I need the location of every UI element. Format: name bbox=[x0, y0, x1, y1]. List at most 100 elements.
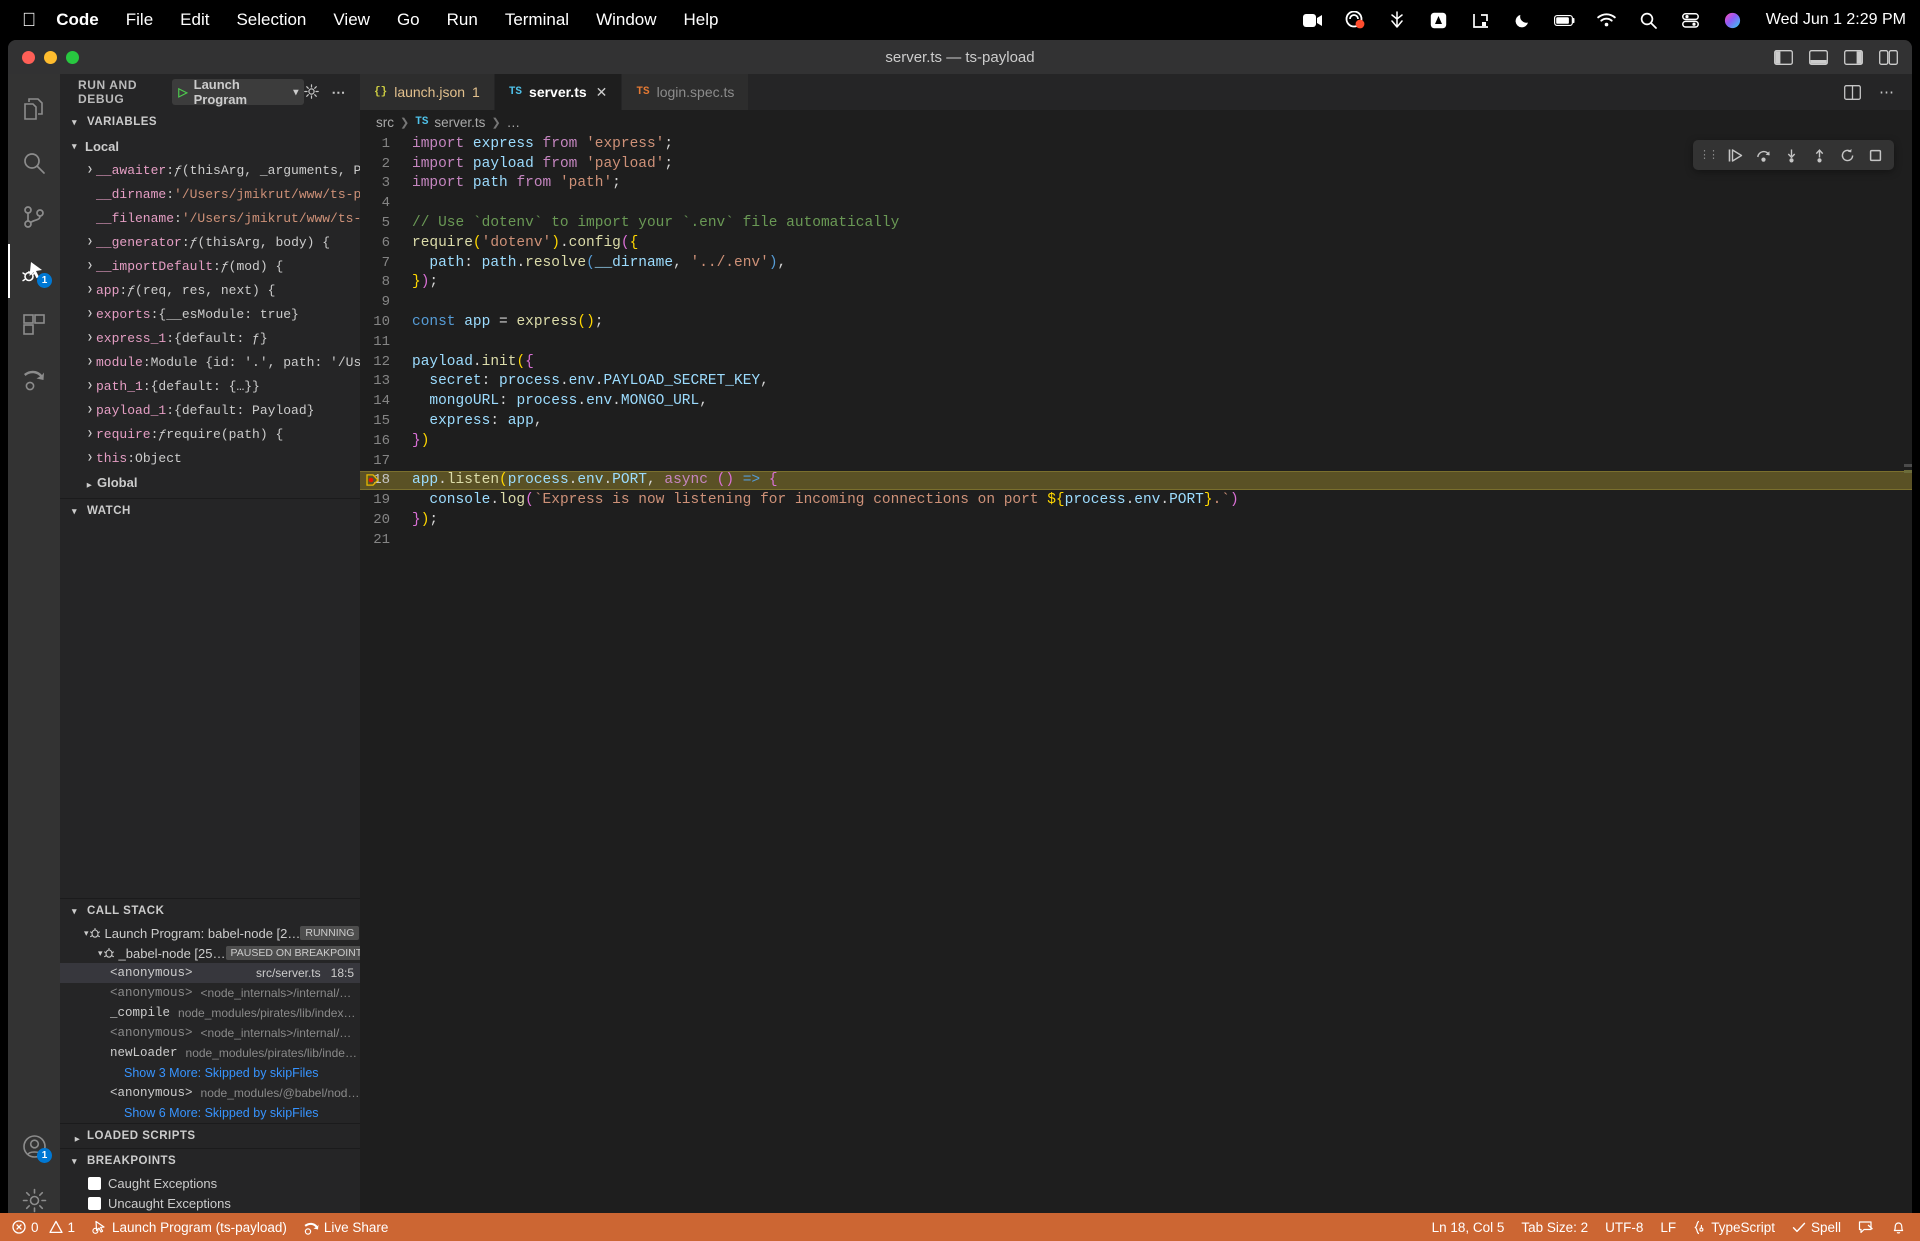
breadcrumb-item-file[interactable]: server.ts bbox=[434, 115, 485, 130]
step-out-button[interactable] bbox=[1806, 143, 1832, 167]
variable-row[interactable]: ❯ this: Object bbox=[60, 446, 360, 470]
gear-icon[interactable] bbox=[304, 83, 320, 101]
variables-section-header[interactable]: ▾ VARIABLES bbox=[60, 110, 360, 134]
code-line[interactable]: 1 import express from 'express'; bbox=[360, 134, 1912, 154]
call-stack-frame[interactable]: _compile node_modules/pirates/lib/index… bbox=[60, 1003, 360, 1023]
chevron-right-icon[interactable]: ❯ bbox=[84, 429, 96, 439]
status-spell-checker[interactable]: Spell bbox=[1792, 1220, 1841, 1235]
breakpoint-uncaught-exceptions[interactable]: Uncaught Exceptions bbox=[60, 1193, 360, 1213]
more-actions-icon[interactable]: ⋯ bbox=[1879, 83, 1894, 101]
show-more-skipped-1[interactable]: Show 3 More: Skipped by skipFiles bbox=[60, 1063, 360, 1083]
panel-right-icon[interactable] bbox=[1844, 49, 1863, 65]
step-into-button[interactable] bbox=[1778, 143, 1804, 167]
variable-row[interactable]: ❯__awaiter: ƒ (thisArg, _arguments, P, g… bbox=[60, 158, 360, 182]
variable-row[interactable]: ❯ express_1: {default: ƒ} bbox=[60, 326, 360, 350]
tab-launch-json[interactable]: {} launch.json 1 bbox=[360, 74, 495, 110]
variable-row[interactable]: ❯module: Module {id: '.', path: '/Users/… bbox=[60, 350, 360, 374]
tab-server-ts[interactable]: TS server.ts ✕ bbox=[494, 74, 623, 110]
call-stack-session[interactable]: ▾ Launch Program: babel-node [2… RUNNING bbox=[60, 923, 360, 943]
code-line[interactable]: 15 express: app, bbox=[360, 411, 1912, 431]
menu-item-selection[interactable]: Selection bbox=[236, 10, 306, 30]
show-more-skipped-2[interactable]: Show 6 More: Skipped by skipFiles bbox=[60, 1103, 360, 1123]
variable-row[interactable]: ❯ exports: {__esModule: true} bbox=[60, 302, 360, 326]
tab-login-spec-ts[interactable]: TS login.spec.ts bbox=[622, 74, 750, 110]
search-spotlight-icon[interactable] bbox=[1638, 10, 1660, 30]
stop-button[interactable] bbox=[1862, 143, 1888, 167]
minimize-window-button[interactable] bbox=[44, 50, 57, 64]
code-line[interactable]: 6 require('dotenv').config({ bbox=[360, 233, 1912, 253]
menubar-clock[interactable]: Wed Jun 1 2:29 PM bbox=[1766, 11, 1906, 29]
variable-row[interactable]: ❯ require: ƒ require(path) { bbox=[60, 422, 360, 446]
variable-row[interactable]: ❯ app: ƒ (req, res, next) { bbox=[60, 278, 360, 302]
menu-item-run[interactable]: Run bbox=[447, 10, 478, 30]
variable-row[interactable]: ❯ __generator: ƒ (thisArg, body) { bbox=[60, 230, 360, 254]
chevron-right-icon[interactable]: ❯ bbox=[84, 357, 96, 367]
close-window-button[interactable] bbox=[22, 50, 35, 64]
debug-toolbar[interactable]: ⋮⋮ bbox=[1693, 140, 1894, 170]
ellipsis-icon[interactable]: ⋯ bbox=[331, 84, 346, 101]
menu-item-help[interactable]: Help bbox=[684, 10, 719, 30]
do-not-disturb-moon-icon[interactable] bbox=[1512, 10, 1534, 30]
breakpoint-marker-icon[interactable] bbox=[366, 474, 379, 487]
control-center-icon[interactable] bbox=[1680, 10, 1702, 30]
call-stack-frame[interactable]: <anonymous> <node_internals>/internal/… bbox=[60, 983, 360, 1003]
chevron-right-icon[interactable]: ❯ bbox=[84, 405, 96, 415]
status-debug-session[interactable]: Launch Program (ts-payload) bbox=[91, 1220, 287, 1235]
panel-bottom-icon[interactable] bbox=[1809, 49, 1828, 65]
step-over-button[interactable] bbox=[1750, 143, 1776, 167]
code-line[interactable]: 20}); bbox=[360, 510, 1912, 530]
close-icon[interactable]: ✕ bbox=[596, 84, 608, 101]
variable-row[interactable]: __filename: '/Users/jmikrut/www/ts-paylo… bbox=[60, 206, 360, 230]
chevron-right-icon[interactable]: ❯ bbox=[84, 237, 96, 247]
menu-item-window[interactable]: Window bbox=[596, 10, 656, 30]
siri-icon[interactable] bbox=[1722, 10, 1744, 30]
watch-section-header[interactable]: ▾ WATCH bbox=[60, 499, 360, 523]
call-stack-section-header[interactable]: ▾ CALL STACK bbox=[60, 899, 360, 923]
chevron-right-icon[interactable]: ❯ bbox=[84, 381, 96, 391]
code-line[interactable]: 7 path: path.resolve(__dirname, '../.env… bbox=[360, 253, 1912, 273]
variable-row[interactable]: __dirname: '/Users/jmikrut/www/ts-payloa… bbox=[60, 182, 360, 206]
status-problems[interactable]: 0 1 bbox=[12, 1220, 75, 1235]
menu-item-terminal[interactable]: Terminal bbox=[505, 10, 569, 30]
cleanmymac-icon[interactable] bbox=[1428, 10, 1450, 30]
code-line[interactable]: 9 bbox=[360, 292, 1912, 312]
sidebar-item-search[interactable] bbox=[8, 136, 60, 190]
sidebar-item-extensions[interactable] bbox=[8, 298, 60, 352]
breakpoints-section-header[interactable]: ▾ BREAKPOINTS bbox=[60, 1149, 360, 1173]
sidebar-item-live-share[interactable] bbox=[8, 352, 60, 406]
wifi-icon[interactable] bbox=[1596, 10, 1618, 30]
status-tab-size[interactable]: Tab Size: 2 bbox=[1521, 1220, 1588, 1235]
apple-logo-icon[interactable]:  bbox=[22, 11, 36, 30]
code-line[interactable]: 11 bbox=[360, 332, 1912, 352]
menu-item-view[interactable]: View bbox=[333, 10, 370, 30]
code-line[interactable]: 14 mongoURL: process.env.MONGO_URL, bbox=[360, 391, 1912, 411]
sidebar-item-source-control[interactable] bbox=[8, 190, 60, 244]
variable-row[interactable]: ❯ __importDefault: ƒ (mod) { bbox=[60, 254, 360, 278]
status-live-share[interactable]: Live Share bbox=[303, 1220, 388, 1235]
code-line[interactable]: 3 import path from 'path'; bbox=[360, 174, 1912, 194]
continue-button[interactable] bbox=[1722, 143, 1748, 167]
status-feedback[interactable] bbox=[1858, 1220, 1874, 1235]
sidebar-item-explorer[interactable] bbox=[8, 82, 60, 136]
code-line-current[interactable]: 18 app.listen(process.env.PORT, async () … bbox=[360, 470, 1912, 491]
debug-configuration-select[interactable]: ▷ Launch Program ▾ bbox=[172, 77, 305, 107]
menu-item-code[interactable]: Code bbox=[56, 10, 99, 30]
code-editor[interactable]: 1 import express from 'express'; 2 import p… bbox=[360, 134, 1912, 1233]
chevron-down-icon[interactable]: ▾ bbox=[293, 87, 298, 98]
play-icon[interactable]: ▷ bbox=[178, 85, 187, 99]
breadcrumb-item-src[interactable]: src bbox=[376, 115, 394, 130]
code-line[interactable]: 2 import payload from 'payload'; bbox=[360, 154, 1912, 174]
call-stack-frame[interactable]: <anonymous> src/server.ts 18:5 bbox=[60, 963, 360, 983]
call-stack-frame[interactable]: <anonymous> <node_internals>/internal/… bbox=[60, 1023, 360, 1043]
breadcrumb-item-symbol[interactable]: … bbox=[507, 115, 521, 130]
sidebar-item-run-and-debug[interactable]: 1 bbox=[8, 244, 60, 298]
code-line[interactable]: 16}) bbox=[360, 431, 1912, 451]
code-line[interactable]: 8}); bbox=[360, 273, 1912, 293]
menu-item-go[interactable]: Go bbox=[397, 10, 420, 30]
battery-icon[interactable] bbox=[1553, 10, 1576, 30]
code-line[interactable]: 10 const app = express(); bbox=[360, 312, 1912, 332]
chevron-right-icon[interactable]: ❯ bbox=[84, 333, 96, 343]
chevron-right-icon[interactable]: ❯ bbox=[84, 261, 96, 271]
checkbox[interactable] bbox=[88, 1176, 101, 1190]
chevron-right-icon[interactable]: ❯ bbox=[84, 165, 96, 175]
